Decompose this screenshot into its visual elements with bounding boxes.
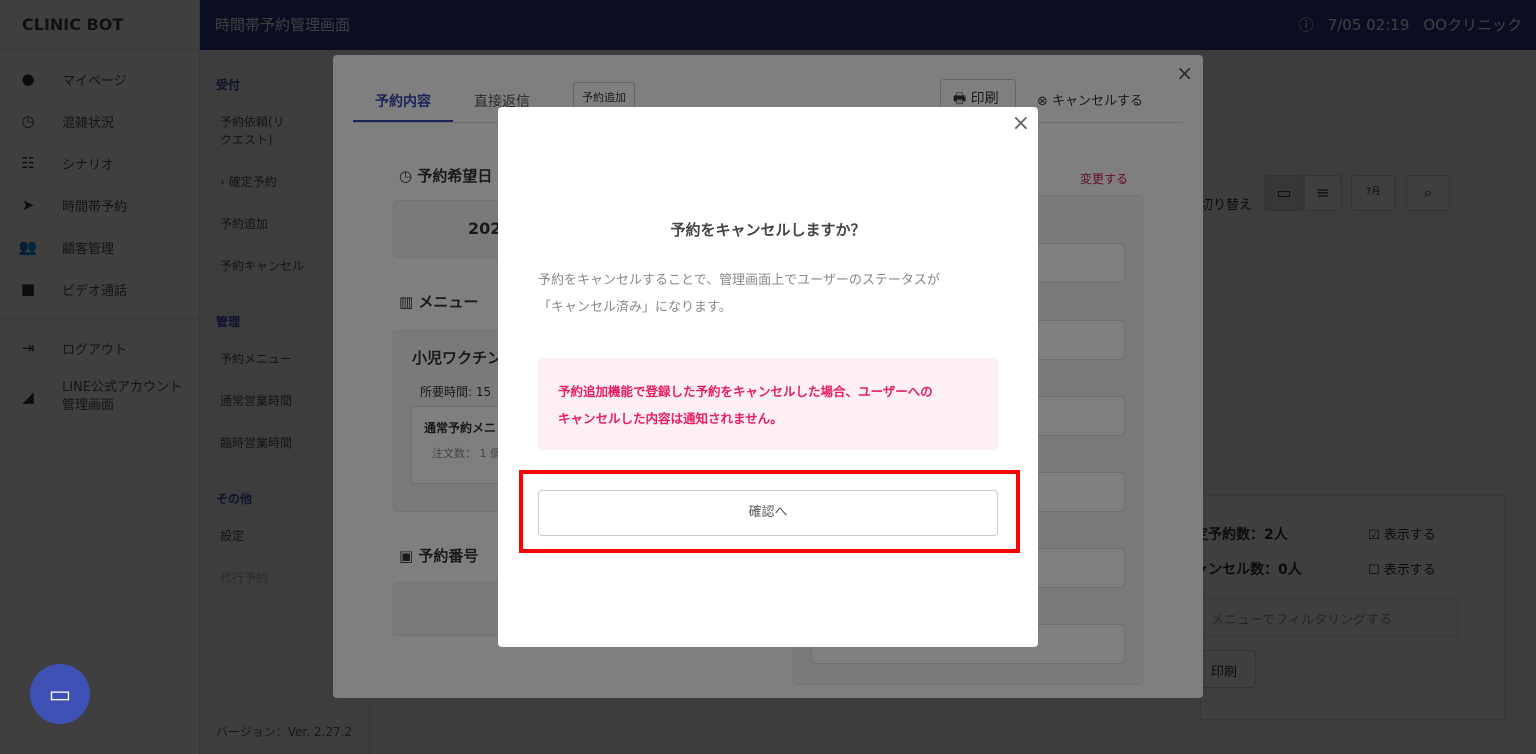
body-line: 予約をキャンセルすることで、管理画面上でユーザーのステータスが xyxy=(538,273,940,288)
chat-launcher-icon[interactable]: ▭ xyxy=(30,664,90,724)
warning-line: 予約追加機能で登録した予約をキャンセルした場合、ユーザーへの xyxy=(558,384,933,399)
body-line: 「キャンセル済み」になります。 xyxy=(538,300,732,315)
dialog-body: 予約をキャンセルすることで、管理画面上でユーザーのステータスが 「キャンセル済み」… xyxy=(538,267,940,321)
confirm-button[interactable]: 確認へ xyxy=(538,490,998,536)
cancel-confirm-dialog: × 予約をキャンセルしますか？ 予約をキャンセルすることで、管理画面上でユーザー… xyxy=(498,107,1038,647)
warning-line: キャンセルした内容は通知されません。 xyxy=(558,411,783,426)
warning-box: 予約追加機能で登録した予約をキャンセルした場合、ユーザーへの キャンセルした内容は… xyxy=(538,358,998,450)
dialog-title: 予約をキャンセルしますか？ xyxy=(670,221,866,239)
close-icon[interactable]: × xyxy=(1012,111,1030,136)
